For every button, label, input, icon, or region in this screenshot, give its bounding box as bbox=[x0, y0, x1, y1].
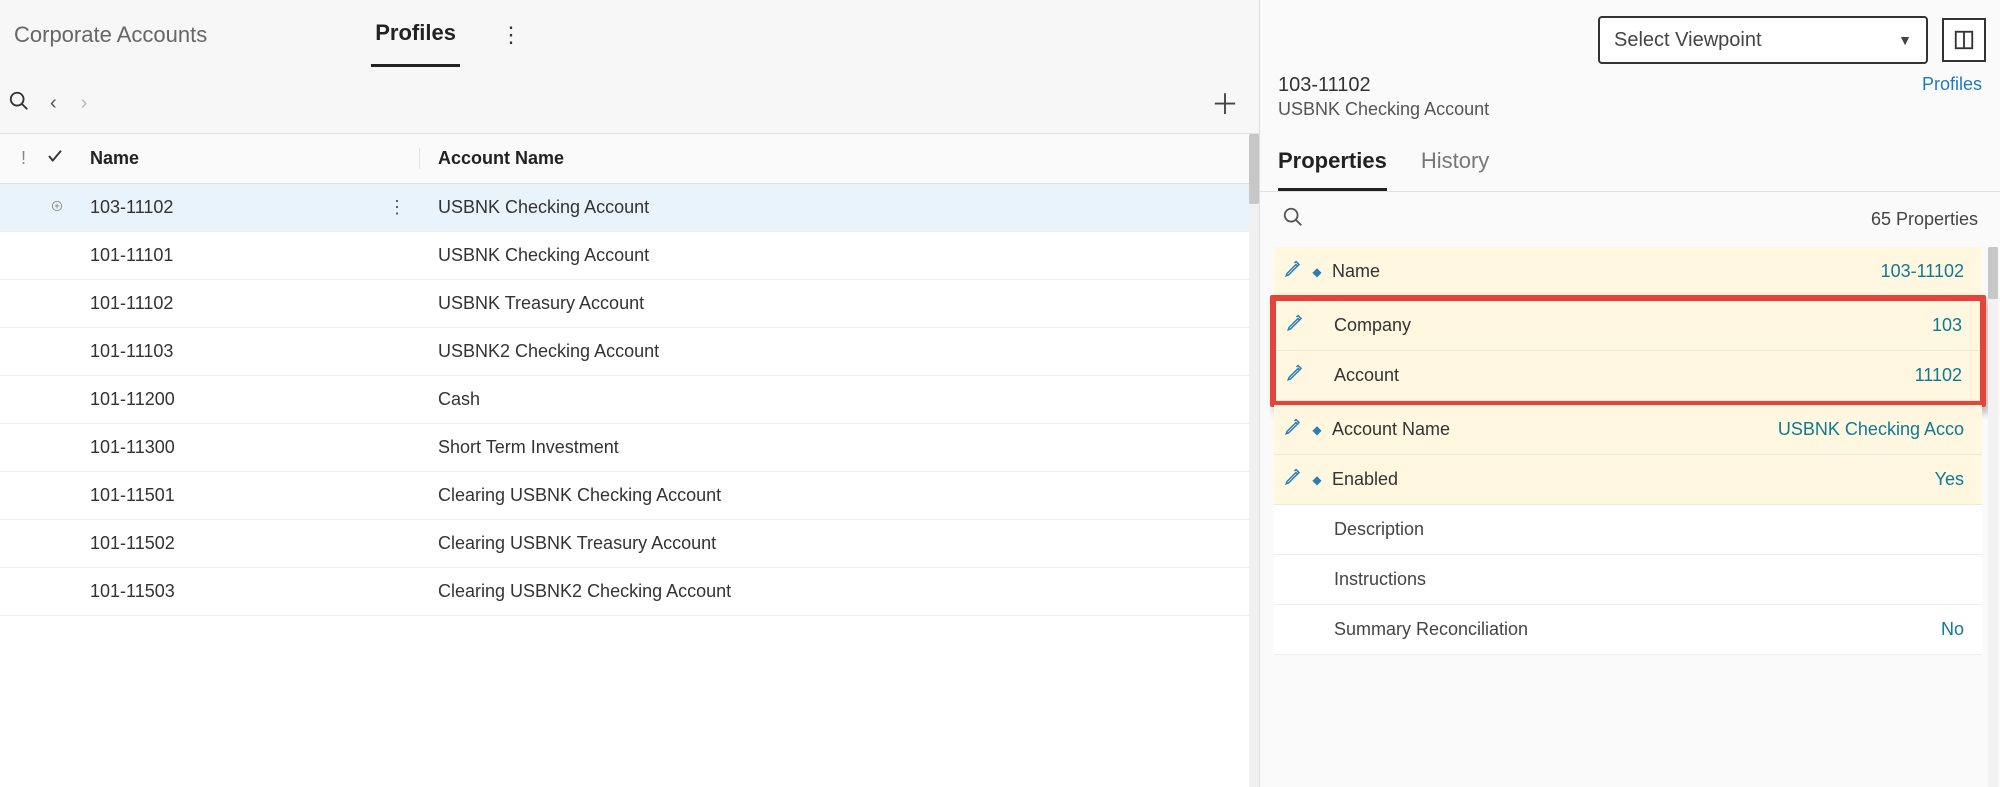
edit-icon[interactable] bbox=[1284, 260, 1308, 283]
check-column-icon[interactable] bbox=[46, 147, 64, 170]
row-code: 101-11502 bbox=[90, 533, 175, 554]
property-value: 103 bbox=[1932, 315, 1970, 336]
tab-history[interactable]: History bbox=[1421, 148, 1489, 191]
column-header-account-name[interactable]: Account Name bbox=[420, 148, 1259, 169]
row-account-name: Short Term Investment bbox=[420, 437, 1259, 458]
add-button[interactable]: ＋ bbox=[1211, 83, 1249, 123]
highlight-box: Company 103 Account 11102 bbox=[1270, 295, 1986, 407]
row-code: 101-11103 bbox=[90, 341, 173, 362]
property-label: Account bbox=[1328, 365, 1399, 386]
property-row[interactable]: ◆Name 103-11102 bbox=[1274, 247, 1982, 297]
property-value: USBNK Checking Acco bbox=[1778, 419, 1972, 440]
row-account-name: USBNK Treasury Account bbox=[420, 293, 1259, 314]
property-value: 103-11102 bbox=[1881, 261, 1972, 282]
table-row[interactable]: 101-11102 USBNK Treasury Account bbox=[0, 280, 1259, 328]
property-search-icon[interactable] bbox=[1282, 206, 1304, 233]
property-label: Account Name bbox=[1326, 419, 1450, 440]
tabs-overflow-menu[interactable]: ⋮ bbox=[500, 22, 522, 60]
detail-top-controls: Select Viewpoint ▼ bbox=[1260, 0, 2000, 70]
detail-tabs: Properties History bbox=[1260, 120, 2000, 192]
property-row[interactable]: Summary Reconciliation No bbox=[1274, 605, 1982, 655]
property-value: Yes bbox=[1935, 469, 1972, 490]
row-account-name: Clearing USBNK2 Checking Account bbox=[420, 581, 1259, 602]
grid-scrollbar[interactable] bbox=[1249, 134, 1259, 787]
detail-name: USBNK Checking Account bbox=[1278, 99, 1982, 120]
table-row[interactable]: 103-11102 ⋮USBNK Checking Account bbox=[0, 184, 1259, 232]
properties-scrollbar[interactable] bbox=[1988, 247, 1998, 787]
property-value: 11102 bbox=[1915, 365, 1970, 386]
grid-header: ! Name Account Name bbox=[0, 134, 1259, 184]
viewpoint-select[interactable]: Select Viewpoint ▼ bbox=[1598, 16, 1928, 64]
nav-prev-icon[interactable]: ‹ bbox=[46, 92, 61, 115]
table-row[interactable]: 101-11501 Clearing USBNK Checking Account bbox=[0, 472, 1259, 520]
property-row[interactable]: ◆Account Name USBNK Checking Acco bbox=[1274, 405, 1982, 455]
row-code: 101-11503 bbox=[90, 581, 175, 602]
nav-next-icon[interactable]: › bbox=[77, 92, 92, 115]
row-code: 101-11102 bbox=[90, 293, 173, 314]
modified-indicator-icon: ◆ bbox=[1308, 473, 1326, 487]
profiles-grid: ! Name Account Name 103-11102⋮USBNK Chec… bbox=[0, 133, 1259, 787]
property-label: Description bbox=[1284, 519, 1424, 540]
property-row[interactable]: Description bbox=[1274, 505, 1982, 555]
viewpoint-placeholder: Select Viewpoint bbox=[1614, 29, 1762, 52]
property-value: No bbox=[1941, 619, 1972, 640]
table-row[interactable]: 101-11503 Clearing USBNK2 Checking Accoun… bbox=[0, 568, 1259, 616]
property-label: Company bbox=[1328, 315, 1411, 336]
properties-toolbar: 65 Properties bbox=[1260, 192, 2000, 247]
tab-corporate-accounts[interactable]: Corporate Accounts bbox=[10, 16, 211, 66]
row-code: 101-11101 bbox=[90, 245, 173, 266]
detail-pane: Select Viewpoint ▼ 103-11102 USBNK Check… bbox=[1260, 0, 2000, 787]
modified-indicator-icon: ◆ bbox=[1308, 265, 1326, 279]
table-row[interactable]: 101-11103 USBNK2 Checking Account bbox=[0, 328, 1259, 376]
properties-list: ◆Name103-11102Company103Account11102◆Acc… bbox=[1260, 247, 2000, 787]
top-tabs: Corporate Accounts Profiles ⋮ bbox=[0, 0, 1259, 67]
profiles-link[interactable]: Profiles bbox=[1922, 74, 1982, 95]
row-code: 101-11300 bbox=[90, 437, 175, 458]
row-code: 103-11102 bbox=[90, 197, 173, 218]
edit-icon[interactable] bbox=[1284, 418, 1308, 441]
row-code: 101-11200 bbox=[90, 389, 175, 410]
table-row[interactable]: 101-11101 USBNK Checking Account bbox=[0, 232, 1259, 280]
property-label: Summary Reconciliation bbox=[1284, 619, 1528, 640]
edit-icon[interactable] bbox=[1284, 468, 1308, 491]
property-label: Instructions bbox=[1284, 569, 1426, 590]
alert-column-icon[interactable]: ! bbox=[21, 148, 26, 169]
detail-code: 103-11102 bbox=[1278, 74, 1982, 97]
layout-toggle-button[interactable] bbox=[1942, 18, 1986, 62]
row-account-name: Clearing USBNK Treasury Account bbox=[420, 533, 1259, 554]
modified-indicator-icon: ◆ bbox=[1308, 423, 1326, 437]
row-account-name: Clearing USBNK Checking Account bbox=[420, 485, 1259, 506]
property-row[interactable]: ◆Enabled Yes bbox=[1274, 455, 1982, 505]
edit-icon[interactable] bbox=[1286, 314, 1310, 337]
row-account-name: Cash bbox=[420, 389, 1259, 410]
tab-properties[interactable]: Properties bbox=[1278, 148, 1387, 191]
row-menu-icon[interactable]: ⋮ bbox=[388, 197, 420, 218]
property-label: Name bbox=[1326, 261, 1380, 282]
detail-header: 103-11102 USBNK Checking Account Profile… bbox=[1260, 70, 2000, 120]
main-pane: Corporate Accounts Profiles ⋮ ‹ › ＋ ! bbox=[0, 0, 1260, 787]
row-account-name: USBNK Checking Account bbox=[420, 197, 1259, 218]
chevron-down-icon: ▼ bbox=[1898, 32, 1912, 48]
table-row[interactable]: 101-11300 Short Term Investment bbox=[0, 424, 1259, 472]
grid-toolbar: ‹ › ＋ bbox=[0, 67, 1259, 133]
property-count: 65 Properties bbox=[1871, 209, 1978, 230]
property-label: Enabled bbox=[1326, 469, 1398, 490]
edit-icon[interactable] bbox=[1286, 364, 1310, 387]
row-account-name: USBNK Checking Account bbox=[420, 245, 1259, 266]
search-icon[interactable] bbox=[8, 90, 30, 117]
row-account-name: USBNK2 Checking Account bbox=[420, 341, 1259, 362]
table-row[interactable]: 101-11502 Clearing USBNK Treasury Account bbox=[0, 520, 1259, 568]
column-header-name[interactable]: Name bbox=[80, 148, 420, 169]
property-row[interactable]: Company 103 bbox=[1276, 301, 1980, 351]
property-row[interactable]: Account 11102 bbox=[1276, 351, 1980, 401]
expand-icon[interactable] bbox=[50, 197, 64, 218]
property-row[interactable]: Instructions bbox=[1274, 555, 1982, 605]
row-code: 101-11501 bbox=[90, 485, 175, 506]
tab-profiles[interactable]: Profiles bbox=[371, 14, 460, 67]
table-row[interactable]: 101-11200 Cash bbox=[0, 376, 1259, 424]
